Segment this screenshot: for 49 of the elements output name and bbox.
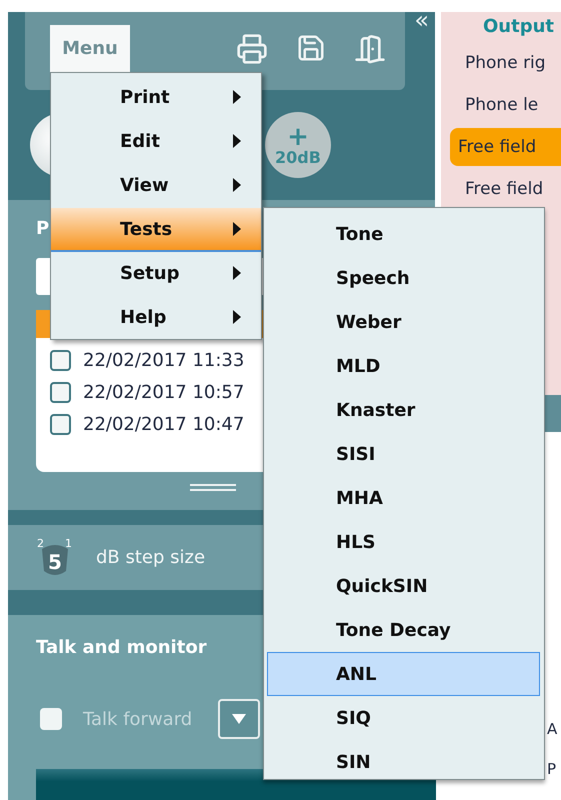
submenu-arrow-icon (233, 266, 241, 280)
submenu-arrow-icon (233, 90, 241, 104)
output-option[interactable]: Phone rig (450, 44, 561, 82)
submenu-item[interactable]: HLS (267, 520, 540, 564)
menu-item[interactable]: Setup (51, 252, 261, 296)
submenu-arrow-icon (233, 310, 241, 324)
submenu-arrow-icon (233, 178, 241, 192)
door-icon[interactable] (354, 33, 386, 65)
output-option[interactable]: Phone le (450, 86, 561, 124)
menu-item[interactable]: Print (51, 76, 261, 120)
menu-item[interactable]: View (51, 164, 261, 208)
session-checkbox[interactable] (50, 414, 71, 434)
printer-icon[interactable] (236, 33, 268, 65)
menu-item[interactable]: Tests (51, 208, 261, 252)
submenu-arrow-icon (233, 134, 241, 148)
submenu-item[interactable]: MLD (267, 344, 540, 388)
submenu-item[interactable]: Speech (267, 256, 540, 300)
output-option[interactable]: Free field (450, 170, 561, 208)
session-checkbox[interactable] (50, 382, 71, 402)
submenu-item[interactable]: SIQ (267, 696, 540, 740)
session-date[interactable]: 22/02/2017 11:33 (83, 350, 244, 370)
panel-title: P (36, 218, 50, 240)
partial-text: A (547, 720, 558, 738)
submenu-item[interactable]: QuickSIN (267, 564, 540, 608)
partial-text: P (547, 760, 556, 778)
session-date[interactable]: 22/02/2017 10:57 (83, 382, 244, 402)
submenu-item[interactable]: SISI (267, 432, 540, 476)
submenu-item[interactable]: Tone Decay (267, 608, 540, 652)
menu-item[interactable]: Edit (51, 120, 261, 164)
submenu-item[interactable]: Tone (267, 212, 540, 256)
session-date[interactable]: 22/02/2017 10:47 (83, 414, 244, 434)
output-option[interactable]: Free field (450, 128, 561, 166)
caret-down-icon (232, 714, 246, 724)
submenu-item[interactable]: Knaster (267, 388, 540, 432)
grip-icon[interactable] (190, 484, 236, 492)
dropdown-button[interactable] (218, 699, 260, 739)
step-size-label: dB step size (96, 547, 206, 568)
collapse-button[interactable]: « (414, 8, 429, 32)
talk-forward-label: Talk forward (83, 708, 192, 730)
session-checkbox[interactable] (50, 350, 71, 370)
submenu-arrow-icon (233, 222, 241, 236)
submenu-item[interactable]: SIN (267, 740, 540, 784)
submenu-item[interactable]: Weber (267, 300, 540, 344)
submenu-item[interactable]: ANL (267, 652, 540, 696)
save-icon[interactable] (296, 33, 326, 63)
menu-item[interactable]: Help (51, 296, 261, 340)
section-title: Talk and monitor (36, 637, 207, 659)
submenu-item[interactable]: MHA (267, 476, 540, 520)
output-title: Output (482, 16, 556, 39)
